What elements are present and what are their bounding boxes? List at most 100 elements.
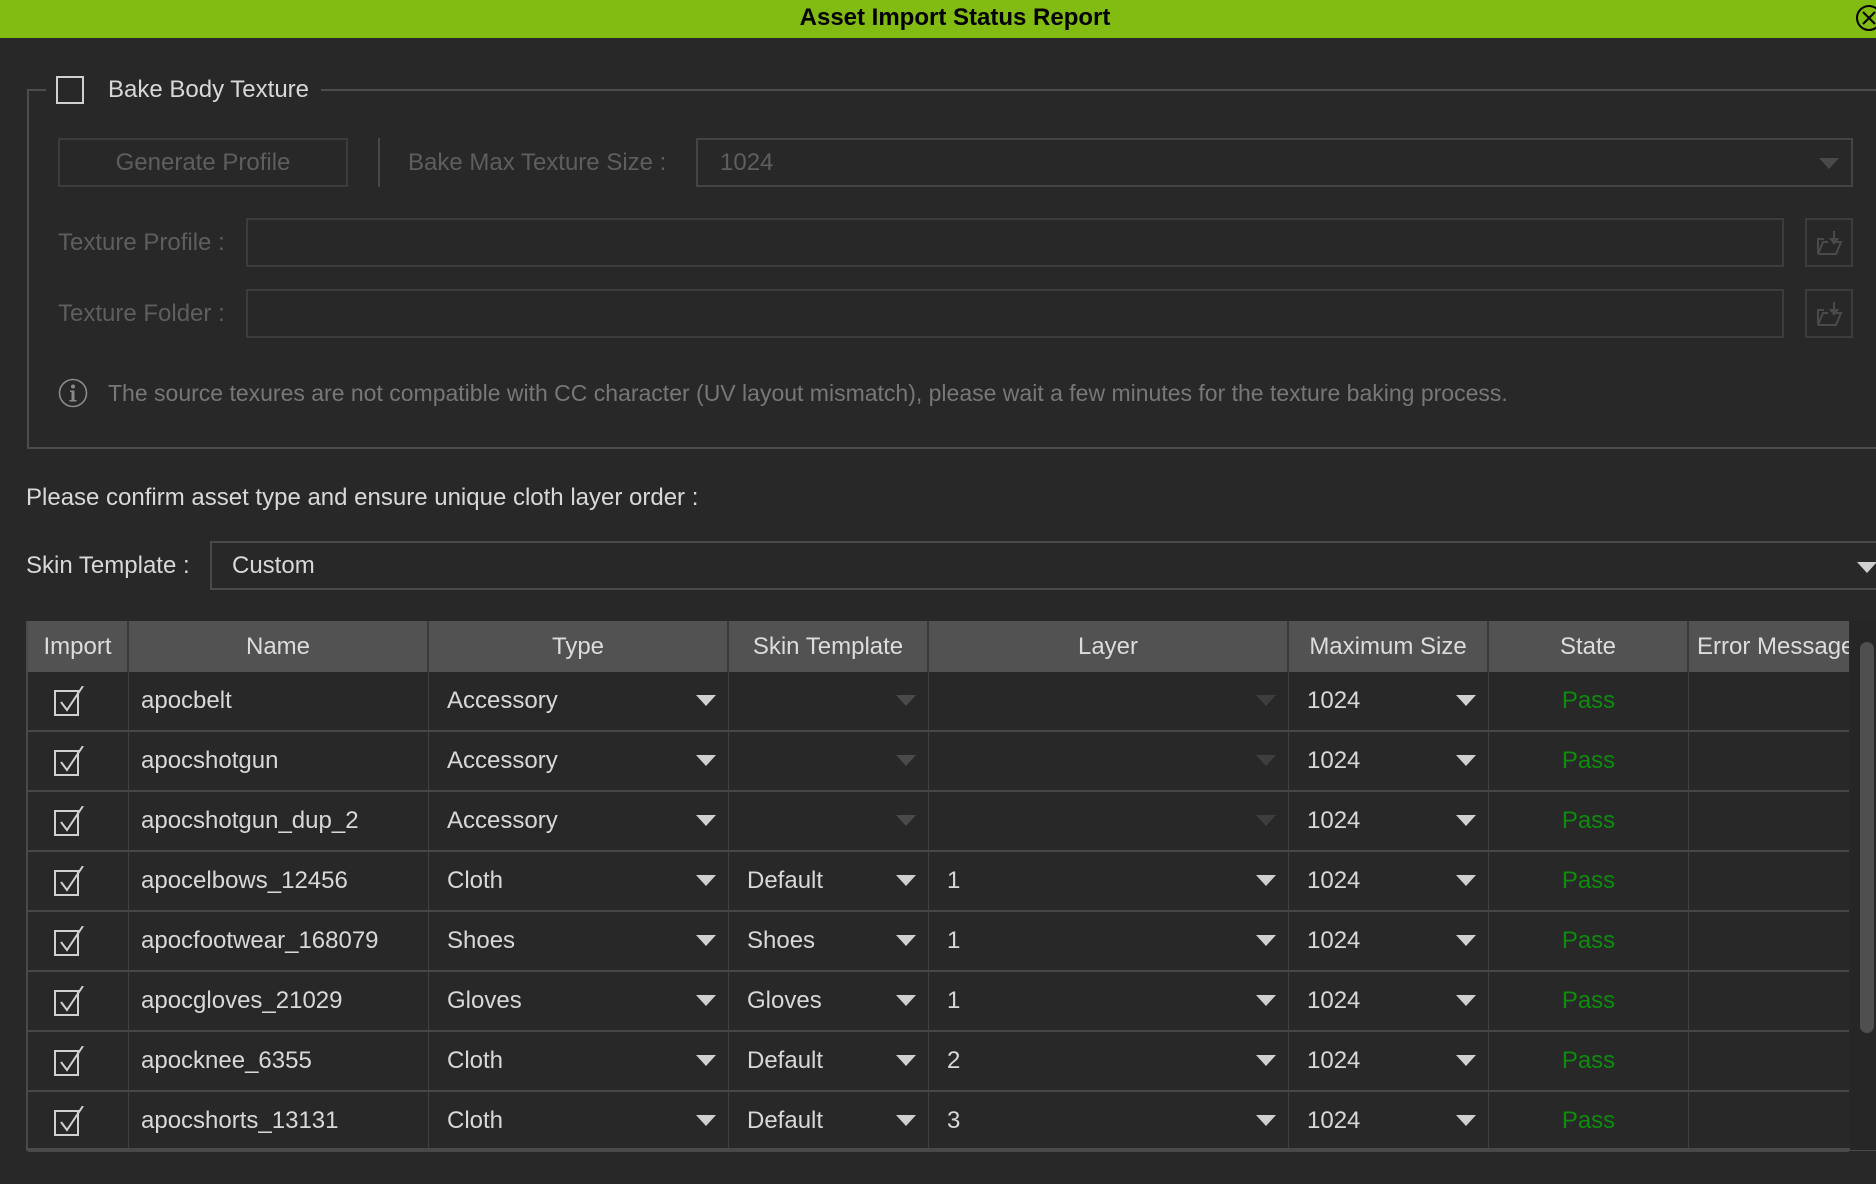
- asset-name: apocelbows_12456: [141, 867, 348, 894]
- bake-body-texture-toggle[interactable]: Bake Body Texture: [46, 70, 322, 110]
- column-header-import[interactable]: Import: [28, 621, 129, 672]
- import-checkbox[interactable]: [54, 686, 84, 716]
- chevron-down-icon: [1456, 755, 1476, 766]
- max-size-dropdown[interactable]: 1024: [1289, 792, 1489, 850]
- chevron-down-icon: [1857, 562, 1876, 573]
- asset-name: apocshotgun: [141, 747, 279, 774]
- max-size-dropdown[interactable]: 1024: [1289, 1032, 1489, 1090]
- column-header-maximum-size[interactable]: Maximum Size: [1289, 621, 1489, 672]
- column-header-state[interactable]: State: [1489, 621, 1689, 672]
- type-dropdown[interactable]: Cloth: [429, 852, 729, 910]
- chevron-down-icon: [1256, 1055, 1276, 1066]
- max-size-dropdown[interactable]: 1024: [1289, 852, 1489, 910]
- layer-dropdown[interactable]: [929, 732, 1289, 790]
- type-dropdown[interactable]: Cloth: [429, 1032, 729, 1090]
- skin-template-cell-dropdown[interactable]: [729, 672, 929, 730]
- max-size-value: 1024: [1307, 867, 1361, 894]
- bake-body-texture-checkbox[interactable]: [56, 76, 84, 104]
- import-cell: [28, 852, 129, 910]
- chevron-down-icon: [1456, 1115, 1476, 1126]
- max-size-dropdown[interactable]: 1024: [1289, 1092, 1489, 1150]
- column-header-layer[interactable]: Layer: [929, 621, 1289, 672]
- layer-dropdown[interactable]: 2: [929, 1032, 1289, 1090]
- max-size-dropdown[interactable]: 1024: [1289, 732, 1489, 790]
- type-dropdown[interactable]: Accessory: [429, 792, 729, 850]
- skin-template-cell-dropdown[interactable]: Default: [729, 1092, 929, 1150]
- layer-value: 2: [947, 1047, 961, 1074]
- chevron-down-icon: [1256, 695, 1276, 706]
- import-checkbox[interactable]: [54, 1106, 84, 1136]
- bake-max-texture-size-value: 1024: [720, 148, 774, 176]
- state-cell: Pass: [1489, 792, 1689, 850]
- skin-template-cell-dropdown[interactable]: Shoes: [729, 912, 929, 970]
- import-checkbox[interactable]: [54, 926, 84, 956]
- scrollbar-thumb[interactable]: [1860, 642, 1874, 1033]
- import-checkbox[interactable]: [54, 746, 84, 776]
- type-dropdown[interactable]: Cloth: [429, 1092, 729, 1150]
- import-checkbox[interactable]: [54, 866, 84, 896]
- name-cell: apocelbows_12456: [129, 852, 429, 910]
- generate-profile-button[interactable]: Generate Profile: [58, 138, 348, 187]
- skin-template-cell-dropdown[interactable]: Default: [729, 852, 929, 910]
- table-row[interactable]: apocelbows_12456 Cloth Default 1 1024 Pa…: [28, 852, 1849, 912]
- type-dropdown[interactable]: Gloves: [429, 972, 729, 1030]
- max-size-dropdown[interactable]: 1024: [1289, 912, 1489, 970]
- skin-template-cell-dropdown[interactable]: [729, 792, 929, 850]
- layer-dropdown[interactable]: 1: [929, 852, 1289, 910]
- texture-folder-input[interactable]: [246, 289, 1784, 338]
- table-row[interactable]: apocknee_6355 Cloth Default 2 1024 Pass: [28, 1032, 1849, 1092]
- layer-dropdown[interactable]: [929, 792, 1289, 850]
- type-value: Cloth: [447, 867, 504, 894]
- info-icon: [58, 378, 88, 408]
- state-badge: Pass: [1561, 927, 1616, 954]
- error-message-cell: [1689, 732, 1849, 790]
- skin-template-cell-value: Default: [747, 867, 824, 894]
- texture-profile-browse-button[interactable]: [1805, 218, 1853, 267]
- state-cell: Pass: [1489, 732, 1689, 790]
- import-checkbox[interactable]: [54, 806, 84, 836]
- type-dropdown[interactable]: Accessory: [429, 672, 729, 730]
- import-checkbox[interactable]: [54, 986, 84, 1016]
- layer-dropdown[interactable]: [929, 672, 1289, 730]
- table-row[interactable]: apocshotgun_dup_2 Accessory 1024 Pass: [28, 792, 1849, 852]
- layer-value: 3: [947, 1107, 961, 1134]
- close-button[interactable]: [1856, 5, 1876, 31]
- texture-folder-browse-button[interactable]: [1805, 289, 1853, 338]
- window-title: Asset Import Status Report: [799, 4, 1111, 31]
- skin-template-cell-dropdown[interactable]: [729, 732, 929, 790]
- texture-profile-label: Texture Profile :: [58, 229, 225, 256]
- skin-template-cell-dropdown[interactable]: Gloves: [729, 972, 929, 1030]
- chevron-down-icon: [896, 1055, 916, 1066]
- skin-template-cell-dropdown[interactable]: Default: [729, 1032, 929, 1090]
- instructions-text: Please confirm asset type and ensure uni…: [26, 484, 699, 511]
- table-row[interactable]: apocgloves_21029 Gloves Gloves 1 1024 Pa…: [28, 972, 1849, 1032]
- type-dropdown[interactable]: Shoes: [429, 912, 729, 970]
- layer-dropdown[interactable]: 3: [929, 1092, 1289, 1150]
- skin-template-dropdown[interactable]: Custom: [210, 541, 1876, 590]
- table-row[interactable]: apocfootwear_168079 Shoes Shoes 1 1024 P…: [28, 912, 1849, 972]
- table-row[interactable]: apocshorts_13131 Cloth Default 3 1024 Pa…: [28, 1092, 1849, 1152]
- error-message-cell: [1689, 912, 1849, 970]
- table-row[interactable]: apocshotgun Accessory 1024 Pass: [28, 732, 1849, 792]
- chevron-down-icon: [896, 755, 916, 766]
- error-message-cell: [1689, 852, 1849, 910]
- import-checkbox[interactable]: [54, 1046, 84, 1076]
- texture-profile-input[interactable]: [246, 218, 1784, 267]
- chevron-down-icon: [696, 875, 716, 886]
- column-header-skin-template[interactable]: Skin Template: [729, 621, 929, 672]
- max-size-dropdown[interactable]: 1024: [1289, 672, 1489, 730]
- column-header-error-message[interactable]: Error Message: [1689, 621, 1849, 672]
- generate-profile-label: Generate Profile: [115, 148, 291, 176]
- layer-dropdown[interactable]: 1: [929, 912, 1289, 970]
- type-value: Shoes: [447, 927, 516, 954]
- state-badge: Pass: [1561, 1047, 1616, 1074]
- bake-max-texture-size-dropdown[interactable]: 1024: [696, 138, 1853, 187]
- texture-folder-label: Texture Folder :: [58, 300, 225, 327]
- max-size-dropdown[interactable]: 1024: [1289, 972, 1489, 1030]
- table-row[interactable]: apocbelt Accessory 1024 Pass: [28, 672, 1849, 732]
- layer-dropdown[interactable]: 1: [929, 972, 1289, 1030]
- column-header-type[interactable]: Type: [429, 621, 729, 672]
- type-dropdown[interactable]: Accessory: [429, 732, 729, 790]
- column-header-name[interactable]: Name: [129, 621, 429, 672]
- state-cell: Pass: [1489, 672, 1689, 730]
